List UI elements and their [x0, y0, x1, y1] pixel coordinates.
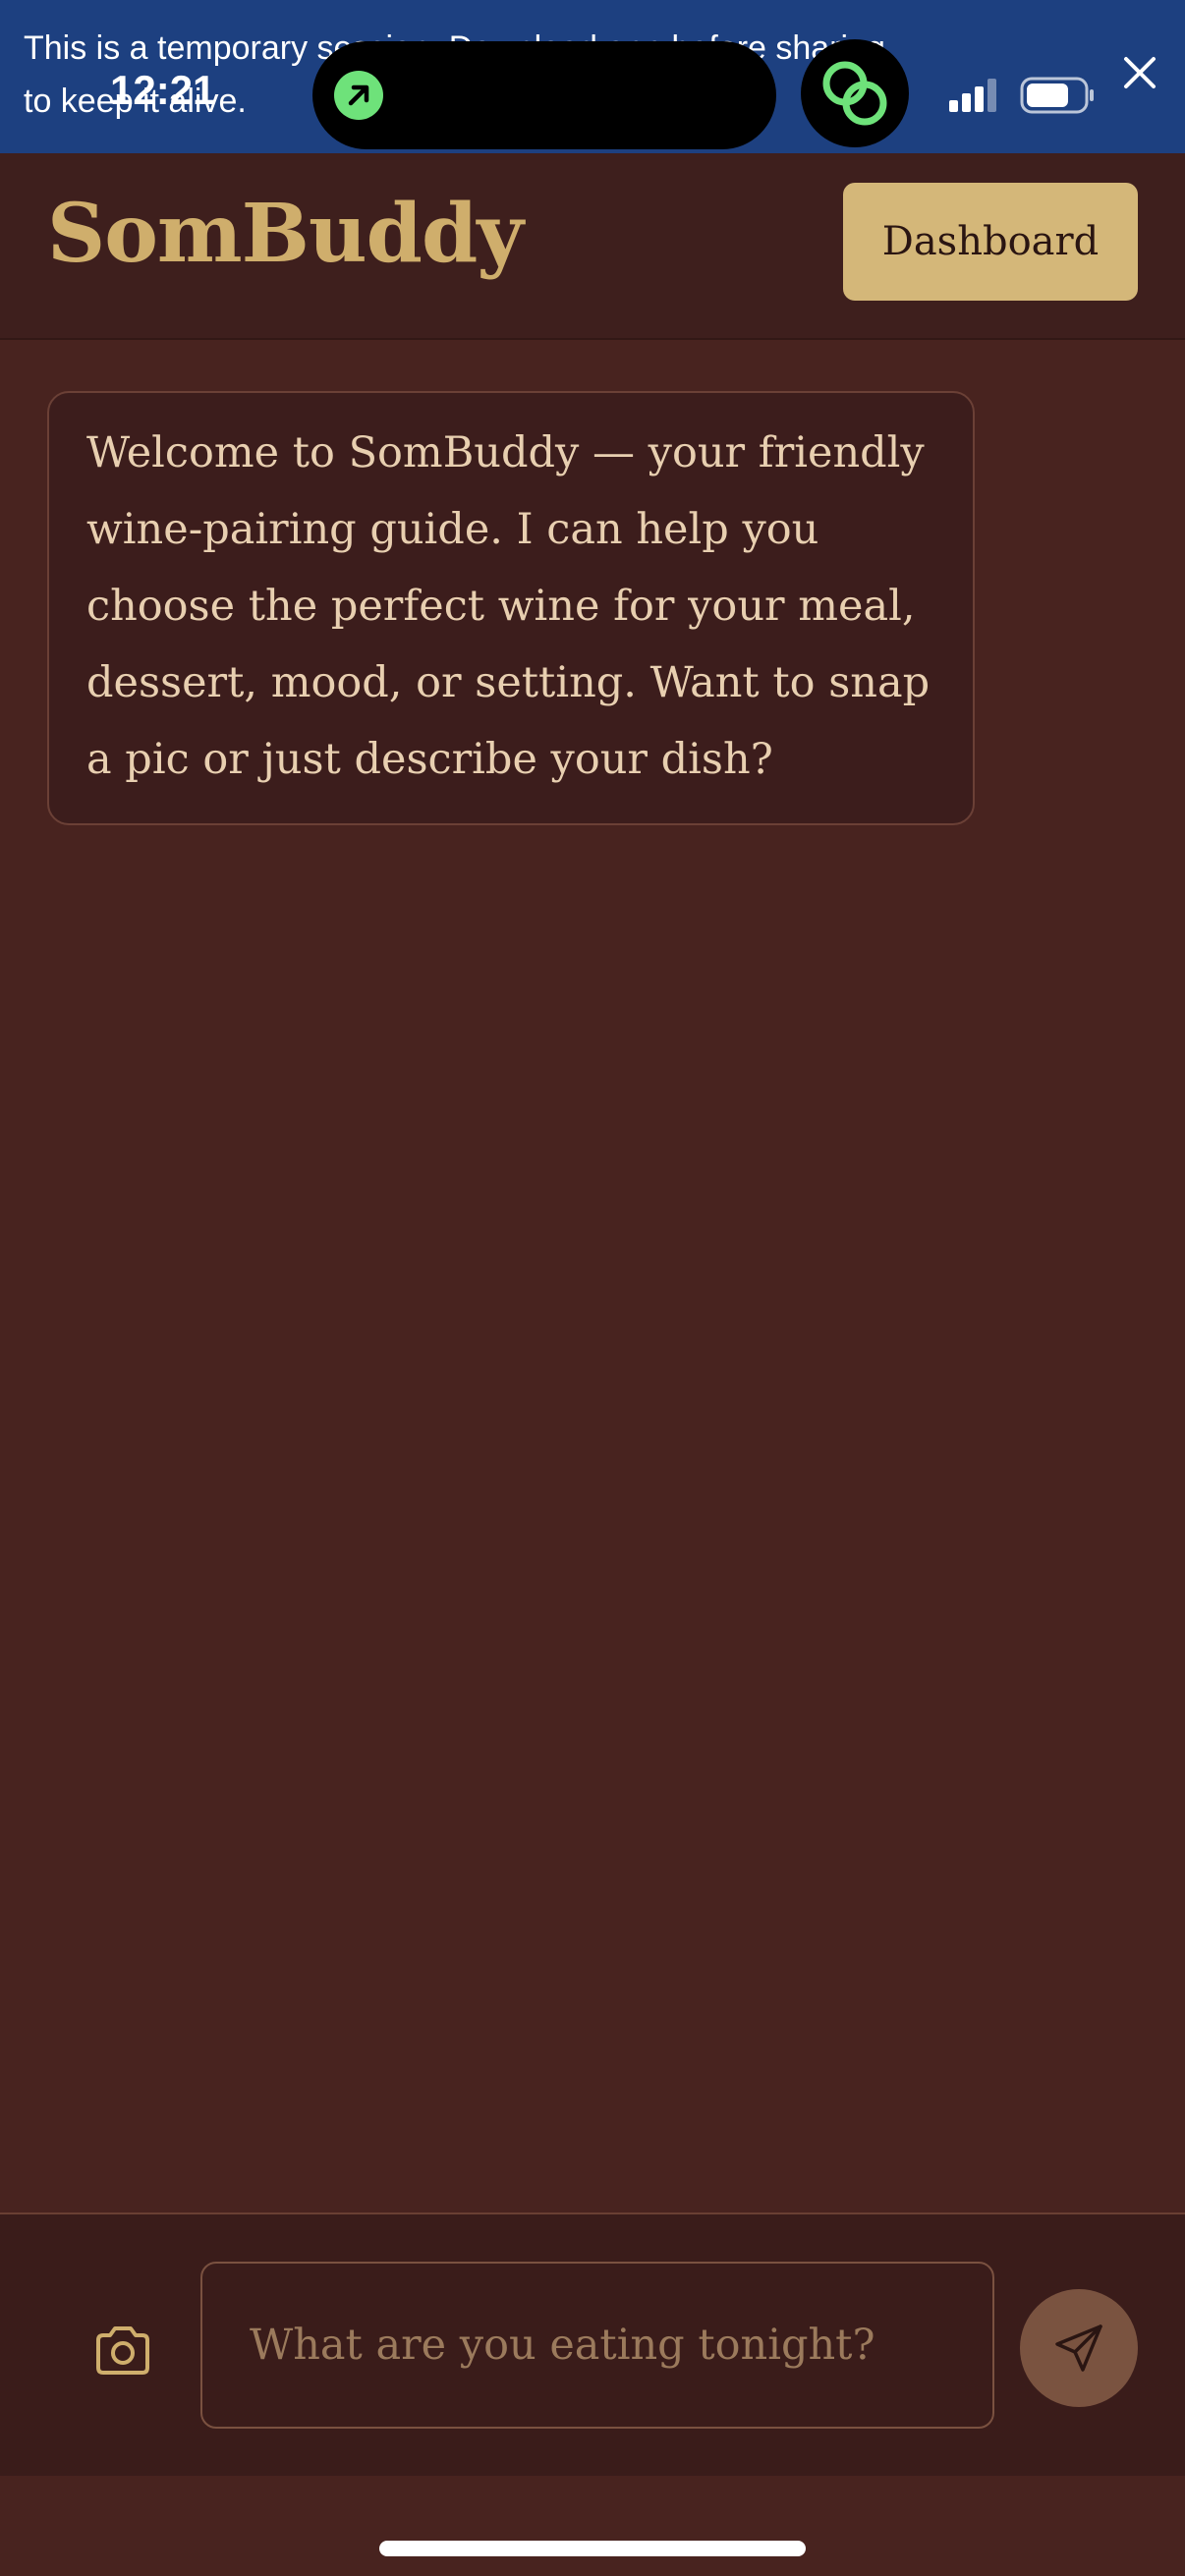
linked-rings-icon	[801, 39, 909, 147]
temporary-session-banner: This is a temporary session. Download ap…	[0, 0, 1185, 153]
arrow-up-right-icon	[334, 71, 383, 120]
dynamic-island	[312, 41, 776, 149]
chat-area[interactable]: Welcome to SomBuddy — your friendly wine…	[0, 340, 1185, 2212]
message-composer	[0, 2212, 1185, 2476]
close-icon[interactable]	[1118, 51, 1161, 94]
app-header: SomBuddy Dashboard	[0, 153, 1185, 340]
battery-icon	[1020, 77, 1094, 114]
signal-icon	[949, 79, 996, 112]
dashboard-button[interactable]: Dashboard	[843, 183, 1138, 301]
assistant-message: Welcome to SomBuddy — your friendly wine…	[47, 391, 975, 825]
bottom-safe-area	[0, 2476, 1185, 2576]
home-indicator[interactable]	[379, 2541, 806, 2556]
message-input[interactable]	[200, 2262, 994, 2429]
send-button[interactable]	[1020, 2289, 1138, 2407]
brand-logo: SomBuddy	[47, 187, 524, 281]
status-time: 12:21	[110, 67, 216, 113]
app-screen: This is a temporary session. Download ap…	[0, 0, 1185, 2576]
send-icon	[1055, 2324, 1102, 2372]
camera-icon[interactable]	[90, 2321, 155, 2380]
